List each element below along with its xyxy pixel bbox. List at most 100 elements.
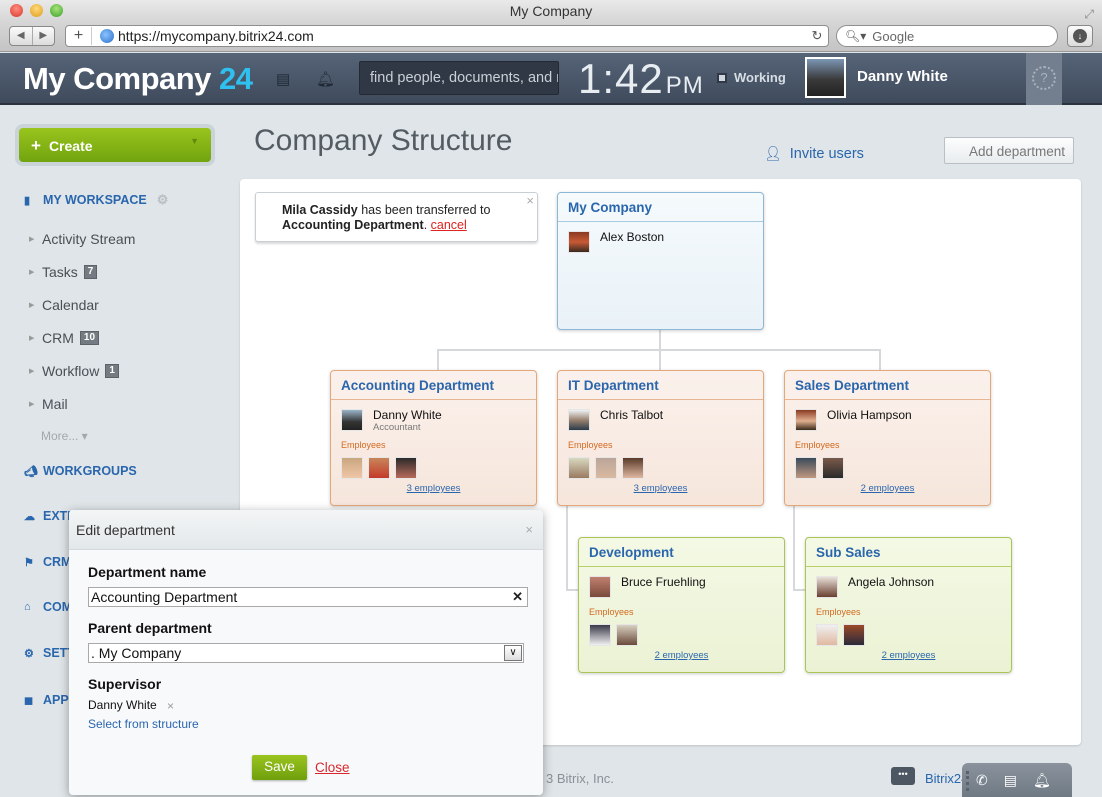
employee-count-link[interactable]: 2 employees [806, 648, 1011, 661]
dialog-title[interactable]: Edit department [69, 510, 543, 550]
sidebar-item-activity-stream[interactable]: ▶ Activity Stream [29, 231, 135, 247]
arrow-right-icon: ▶ [29, 236, 35, 243]
close-link[interactable]: Close [315, 760, 350, 775]
avatar[interactable] [795, 409, 817, 431]
department-name[interactable]: Sales Department [785, 371, 990, 400]
avatar[interactable] [341, 409, 363, 431]
save-button[interactable]: Save [252, 755, 307, 780]
department-card-sub-sales[interactable]: Sub Sales Angela Johnson Employees 2 emp… [805, 537, 1012, 673]
sidebar-section-workgroups[interactable]: 📣︎ WORKGROUPS [24, 464, 137, 478]
bell-icon[interactable]: 🔔︎ [1033, 772, 1051, 789]
avatar[interactable] [395, 457, 417, 479]
department-card-sales[interactable]: Sales Department Olivia Hampson Employee… [784, 370, 991, 506]
phone-icon[interactable]: ✆ [976, 772, 988, 789]
department-name[interactable]: IT Department [558, 371, 763, 400]
head-name[interactable]: Bruce Fruehling [621, 575, 706, 589]
avatar[interactable] [589, 576, 611, 598]
employee-count-link[interactable]: 2 employees [579, 648, 784, 661]
app-header: My Company 24 ▤ 🔔︎ find people, document… [0, 53, 1102, 105]
department-name[interactable]: Sub Sales [806, 538, 1011, 567]
avatar[interactable] [568, 231, 590, 253]
close-icon[interactable]: × [525, 522, 533, 537]
help-button[interactable]: ? [1026, 53, 1062, 105]
chat-icon[interactable]: ▤ [1004, 772, 1017, 789]
more-link[interactable]: More... ▾ [41, 429, 88, 443]
department-card-it[interactable]: IT Department Chris Talbot Employees 3 e… [557, 370, 764, 506]
sidebar-section-my-workspace[interactable]: ▮ MY WORKSPACE ⚙ [24, 192, 168, 208]
employee-count-link[interactable]: 2 employees [785, 481, 990, 494]
avatar[interactable] [816, 624, 838, 646]
department-card-development[interactable]: Development Bruce Fruehling Employees 2 … [578, 537, 785, 673]
avatar[interactable] [568, 409, 590, 431]
messenger-icon[interactable]: ••• [891, 767, 915, 785]
work-status-label[interactable]: Working [734, 70, 786, 85]
head-name[interactable]: Olivia Hampson [827, 408, 912, 422]
remove-supervisor-icon[interactable]: × [167, 699, 174, 713]
avatar[interactable] [368, 457, 390, 479]
department-head: Danny White Accountant [331, 400, 536, 440]
parent-department-select[interactable]: . My Company ∨ [88, 643, 524, 663]
sidebar-item-mail[interactable]: ▶ Mail [29, 396, 68, 412]
reload-icon[interactable]: ↻ [806, 28, 828, 44]
avatar[interactable] [795, 457, 817, 479]
add-department-button[interactable]: Add department [944, 137, 1074, 164]
sidebar-item-crm[interactable]: ▶ CRM 10 [29, 330, 100, 346]
avatar[interactable] [589, 624, 611, 646]
back-button[interactable]: ◀ [10, 27, 33, 45]
close-window-button[interactable] [10, 4, 23, 17]
head-name[interactable]: Angela Johnson [848, 575, 934, 589]
select-from-structure-link[interactable]: Select from structure [88, 717, 199, 731]
avatar[interactable] [816, 576, 838, 598]
invite-users-link[interactable]: 👤︎ Invite users [764, 145, 864, 162]
sidebar-item-tasks[interactable]: ▶ Tasks 7 [29, 264, 98, 280]
employee-count-link[interactable]: 3 employees [331, 481, 536, 494]
gear-icon[interactable]: ⚙ [157, 192, 169, 208]
clear-icon[interactable]: ✕ [512, 589, 523, 605]
browser-search-input[interactable]: 🔍︎▾ Google [836, 25, 1058, 47]
department-name-input[interactable]: Accounting Department ✕ [88, 587, 528, 607]
bell-icon[interactable]: 🔔︎ [316, 70, 335, 88]
avatar[interactable] [341, 457, 363, 479]
avatar[interactable] [616, 624, 638, 646]
minimize-window-button[interactable] [30, 4, 43, 17]
avatar[interactable] [568, 457, 590, 479]
create-label: Create [48, 138, 93, 154]
chevron-down-icon[interactable]: ▼ [190, 136, 199, 146]
employee-count-link[interactable]: 3 employees [558, 481, 763, 494]
transfer-notice: Mila Cassidy has been transferred to Acc… [255, 192, 538, 242]
user-avatar[interactable] [805, 57, 846, 98]
address-bar[interactable]: + https://mycompany.bitrix24.com ↻ [65, 25, 829, 47]
work-status-icon[interactable] [717, 73, 727, 83]
department-name[interactable]: My Company [558, 193, 763, 222]
zoom-window-button[interactable] [50, 4, 63, 17]
url-text[interactable]: https://mycompany.bitrix24.com [118, 28, 806, 44]
header-search-input[interactable]: find people, documents, and more [359, 61, 559, 95]
add-bookmark-button[interactable]: + [66, 27, 92, 45]
head-name[interactable]: Alex Boston [600, 230, 664, 244]
create-button[interactable]: + Create ▼ [19, 128, 211, 162]
chevron-down-icon[interactable]: ∨ [504, 645, 522, 661]
avatar[interactable] [595, 457, 617, 479]
department-name[interactable]: Development [579, 538, 784, 567]
close-icon[interactable]: × [526, 193, 534, 208]
cancel-link[interactable]: cancel [431, 218, 467, 232]
avatar[interactable] [622, 457, 644, 479]
downloads-button[interactable]: ↓ [1067, 25, 1093, 47]
sidebar-item-calendar[interactable]: ▶ Calendar [29, 297, 99, 313]
head-name[interactable]: Chris Talbot [600, 408, 663, 422]
forward-button[interactable]: ▶ [33, 27, 55, 45]
user-name[interactable]: Danny White [857, 68, 948, 85]
head-name[interactable]: Danny White [373, 408, 442, 422]
logo[interactable]: My Company 24 [23, 61, 253, 97]
sidebar-section-crm[interactable]: ⚑ CRM [24, 555, 71, 569]
sidebar-item-workflow[interactable]: ▶ Workflow 1 [29, 363, 119, 379]
department-card-accounting[interactable]: Accounting Department Danny White Accoun… [330, 370, 537, 506]
department-name[interactable]: Accounting Department [331, 371, 536, 400]
avatar[interactable] [843, 624, 865, 646]
chat-icon[interactable]: ▤ [276, 70, 290, 88]
search-placeholder: Google [872, 28, 915, 44]
avatar[interactable] [822, 457, 844, 479]
drag-handle[interactable] [966, 771, 969, 791]
department-card-my-company[interactable]: My Company Alex Boston [557, 192, 764, 330]
messenger-tray: ✆ ▤ 🔔︎ [962, 763, 1072, 797]
